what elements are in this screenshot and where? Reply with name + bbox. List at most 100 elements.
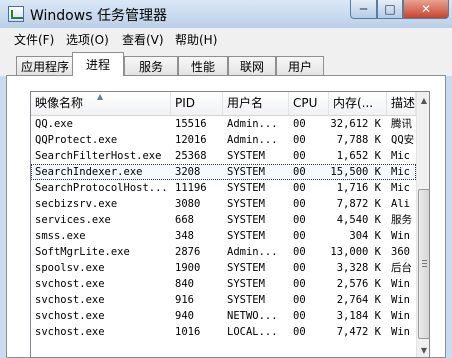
cell-user: NETWO... bbox=[227, 310, 278, 322]
cell-name: SearchIndexer.exe bbox=[35, 166, 143, 178]
cell-mem: 2,576 K bbox=[336, 278, 381, 290]
cell-pid: 916 bbox=[175, 294, 194, 306]
cell-mem: 1,652 K bbox=[336, 150, 381, 162]
menu-help[interactable]: 帮助(H) bbox=[175, 31, 217, 48]
cell-cpu: 00 bbox=[293, 310, 306, 322]
table-row[interactable]: secbizsrv.exe 3080 SYSTEM 00 7,872 K Ali bbox=[31, 196, 416, 212]
tab-processes[interactable]: 进程 bbox=[72, 52, 124, 76]
cell-mem: 1,716 K bbox=[336, 182, 381, 194]
cell-pid: 1016 bbox=[175, 326, 201, 338]
cell-cpu: 00 bbox=[293, 326, 306, 338]
cell-mem: 7,788 K bbox=[336, 134, 381, 146]
cell-name: svchost.exe bbox=[35, 278, 105, 290]
table-row[interactable]: svchost.exe 916 SYSTEM 00 2,764 K Win bbox=[31, 292, 416, 308]
table-row[interactable]: services.exe 668 SYSTEM 00 4,540 K 服务 bbox=[31, 212, 416, 228]
menu-view[interactable]: 查看(V) bbox=[122, 31, 164, 48]
tab-users[interactable]: 用户 bbox=[276, 56, 324, 75]
cell-user: SYSTEM bbox=[227, 182, 265, 194]
tab-bar: 应用程序 进程 服务 性能 联网 用户 bbox=[0, 48, 452, 76]
vertical-scrollbar[interactable]: ▲ ▼ bbox=[416, 92, 429, 357]
cell-cpu: 00 bbox=[293, 134, 306, 146]
tab-services[interactable]: 服务 bbox=[124, 56, 178, 75]
cell-user: SYSTEM bbox=[227, 230, 265, 242]
cell-name: secbizsrv.exe bbox=[35, 198, 118, 210]
table-row[interactable]: QQ.exe 15516 Admin... 00 32,612 K 腾讯 bbox=[31, 116, 416, 132]
column-header-memory[interactable]: 内存(... bbox=[329, 92, 387, 115]
cell-pid: 2876 bbox=[175, 246, 201, 258]
cell-user: LOCAL... bbox=[227, 326, 278, 338]
table-row[interactable]: SearchProtocolHost... 11196 SYSTEM 00 1,716 … bbox=[31, 180, 416, 196]
scroll-up-arrow-icon: ▲ bbox=[420, 95, 428, 105]
close-icon: ✕ bbox=[420, 2, 432, 16]
cell-cpu: 00 bbox=[293, 118, 306, 130]
cell-pid: 3080 bbox=[175, 198, 201, 210]
scroll-down-button[interactable]: ▼ bbox=[417, 342, 429, 357]
cell-cpu: 00 bbox=[293, 262, 306, 274]
cell-cpu: 00 bbox=[293, 246, 306, 258]
cell-pid: 12016 bbox=[175, 134, 207, 146]
cell-pid: 25368 bbox=[175, 150, 207, 162]
column-header-cpu[interactable]: CPU bbox=[289, 92, 329, 115]
cell-user: SYSTEM bbox=[227, 262, 265, 274]
table-row[interactable]: QQProtect.exe 12016 Admin... 00 7,788 K QQ安 bbox=[31, 132, 416, 148]
cell-cpu: 00 bbox=[293, 182, 306, 194]
tab-applications[interactable]: 应用程序 bbox=[16, 56, 74, 75]
cell-mem: 32,612 K bbox=[330, 118, 381, 130]
cell-name: svchost.exe bbox=[35, 310, 105, 322]
tab-performance[interactable]: 性能 bbox=[178, 56, 228, 75]
cell-user: SYSTEM bbox=[227, 198, 265, 210]
maximize-button[interactable]: □ bbox=[377, 0, 403, 19]
table-row[interactable]: svchost.exe 940 NETWO... 00 3,184 K Win bbox=[31, 308, 416, 324]
menu-bar: 文件(F) 选项(O) 查看(V) 帮助(H) bbox=[0, 28, 452, 48]
column-header-user[interactable]: 用户名 bbox=[223, 92, 289, 115]
cell-mem: 4,540 K bbox=[336, 214, 381, 226]
cell-user: Admin... bbox=[227, 118, 278, 130]
cell-pid: 668 bbox=[175, 214, 194, 226]
title-bar[interactable]: Windows 任务管理器 ─ □ ✕ bbox=[0, 0, 452, 28]
tab-networking[interactable]: 联网 bbox=[228, 56, 276, 75]
cell-pid: 940 bbox=[175, 310, 194, 322]
cell-name: SearchProtocolHost... bbox=[35, 182, 168, 194]
cell-cpu: 00 bbox=[293, 198, 306, 210]
cell-desc: 腾讯 bbox=[391, 118, 412, 130]
table-row[interactable]: svchost.exe 840 SYSTEM 00 2,576 K Win bbox=[31, 276, 416, 292]
cell-cpu: 00 bbox=[293, 294, 306, 306]
menu-file[interactable]: 文件(F) bbox=[14, 31, 54, 48]
cell-user: SYSTEM bbox=[227, 166, 265, 178]
cell-name: svchost.exe bbox=[35, 326, 105, 338]
scroll-grip-line bbox=[422, 260, 427, 261]
cell-name: smss.exe bbox=[35, 230, 86, 242]
task-manager-app-icon bbox=[8, 6, 24, 22]
cell-name: SoftMgrLite.exe bbox=[35, 246, 130, 258]
cell-mem: 7,872 K bbox=[336, 198, 381, 210]
scroll-up-button[interactable]: ▲ bbox=[417, 92, 429, 108]
cell-desc: Mic bbox=[391, 182, 410, 194]
scroll-grip-line bbox=[422, 266, 427, 267]
table-row[interactable]: smss.exe 348 SYSTEM 00 304 K Win bbox=[31, 228, 416, 244]
column-header-image-name[interactable]: 映像名称 ▲ bbox=[31, 92, 171, 115]
cell-mem: 3,328 K bbox=[336, 262, 381, 274]
column-header-description[interactable]: 描述 bbox=[387, 92, 416, 115]
close-button[interactable]: ✕ bbox=[403, 0, 449, 19]
process-list[interactable]: 映像名称 ▲ PID 用户名 CPU 内存(... 描述 QQ.exe 15516… bbox=[30, 91, 430, 358]
scroll-down-arrow-icon: ▼ bbox=[420, 345, 428, 355]
table-row[interactable]: SearchFilterHost.exe 25368 SYSTEM 00 1,652 K… bbox=[31, 148, 416, 164]
cell-mem: 15,500 K bbox=[330, 166, 381, 178]
table-row[interactable]: spoolsv.exe 1900 SYSTEM 00 3,328 K 后台 bbox=[31, 260, 416, 276]
cell-mem: 7,472 K bbox=[336, 326, 381, 338]
cell-name: SearchFilterHost.exe bbox=[35, 150, 162, 162]
table-row[interactable]: svchost.exe 1016 LOCAL... 00 7,472 K Win bbox=[31, 324, 416, 340]
scroll-thumb[interactable] bbox=[418, 189, 429, 339]
column-header-image-name-label: 映像名称 bbox=[35, 96, 84, 110]
cell-user: SYSTEM bbox=[227, 150, 265, 162]
cell-desc: Win bbox=[391, 278, 410, 290]
minimize-button[interactable]: ─ bbox=[350, 0, 377, 19]
maximize-icon: □ bbox=[384, 2, 396, 16]
cell-user: SYSTEM bbox=[227, 278, 265, 290]
table-row[interactable]: SoftMgrLite.exe 2876 Admin... 00 13,000 K 360 bbox=[31, 244, 416, 260]
menu-options[interactable]: 选项(O) bbox=[66, 31, 109, 48]
cell-name: svchost.exe bbox=[35, 294, 105, 306]
window-title: Windows 任务管理器 bbox=[30, 8, 167, 24]
column-header-pid[interactable]: PID bbox=[171, 92, 223, 115]
table-row-selected[interactable]: SearchIndexer.exe 3208 SYSTEM 00 15,500 K Mic bbox=[31, 164, 416, 180]
